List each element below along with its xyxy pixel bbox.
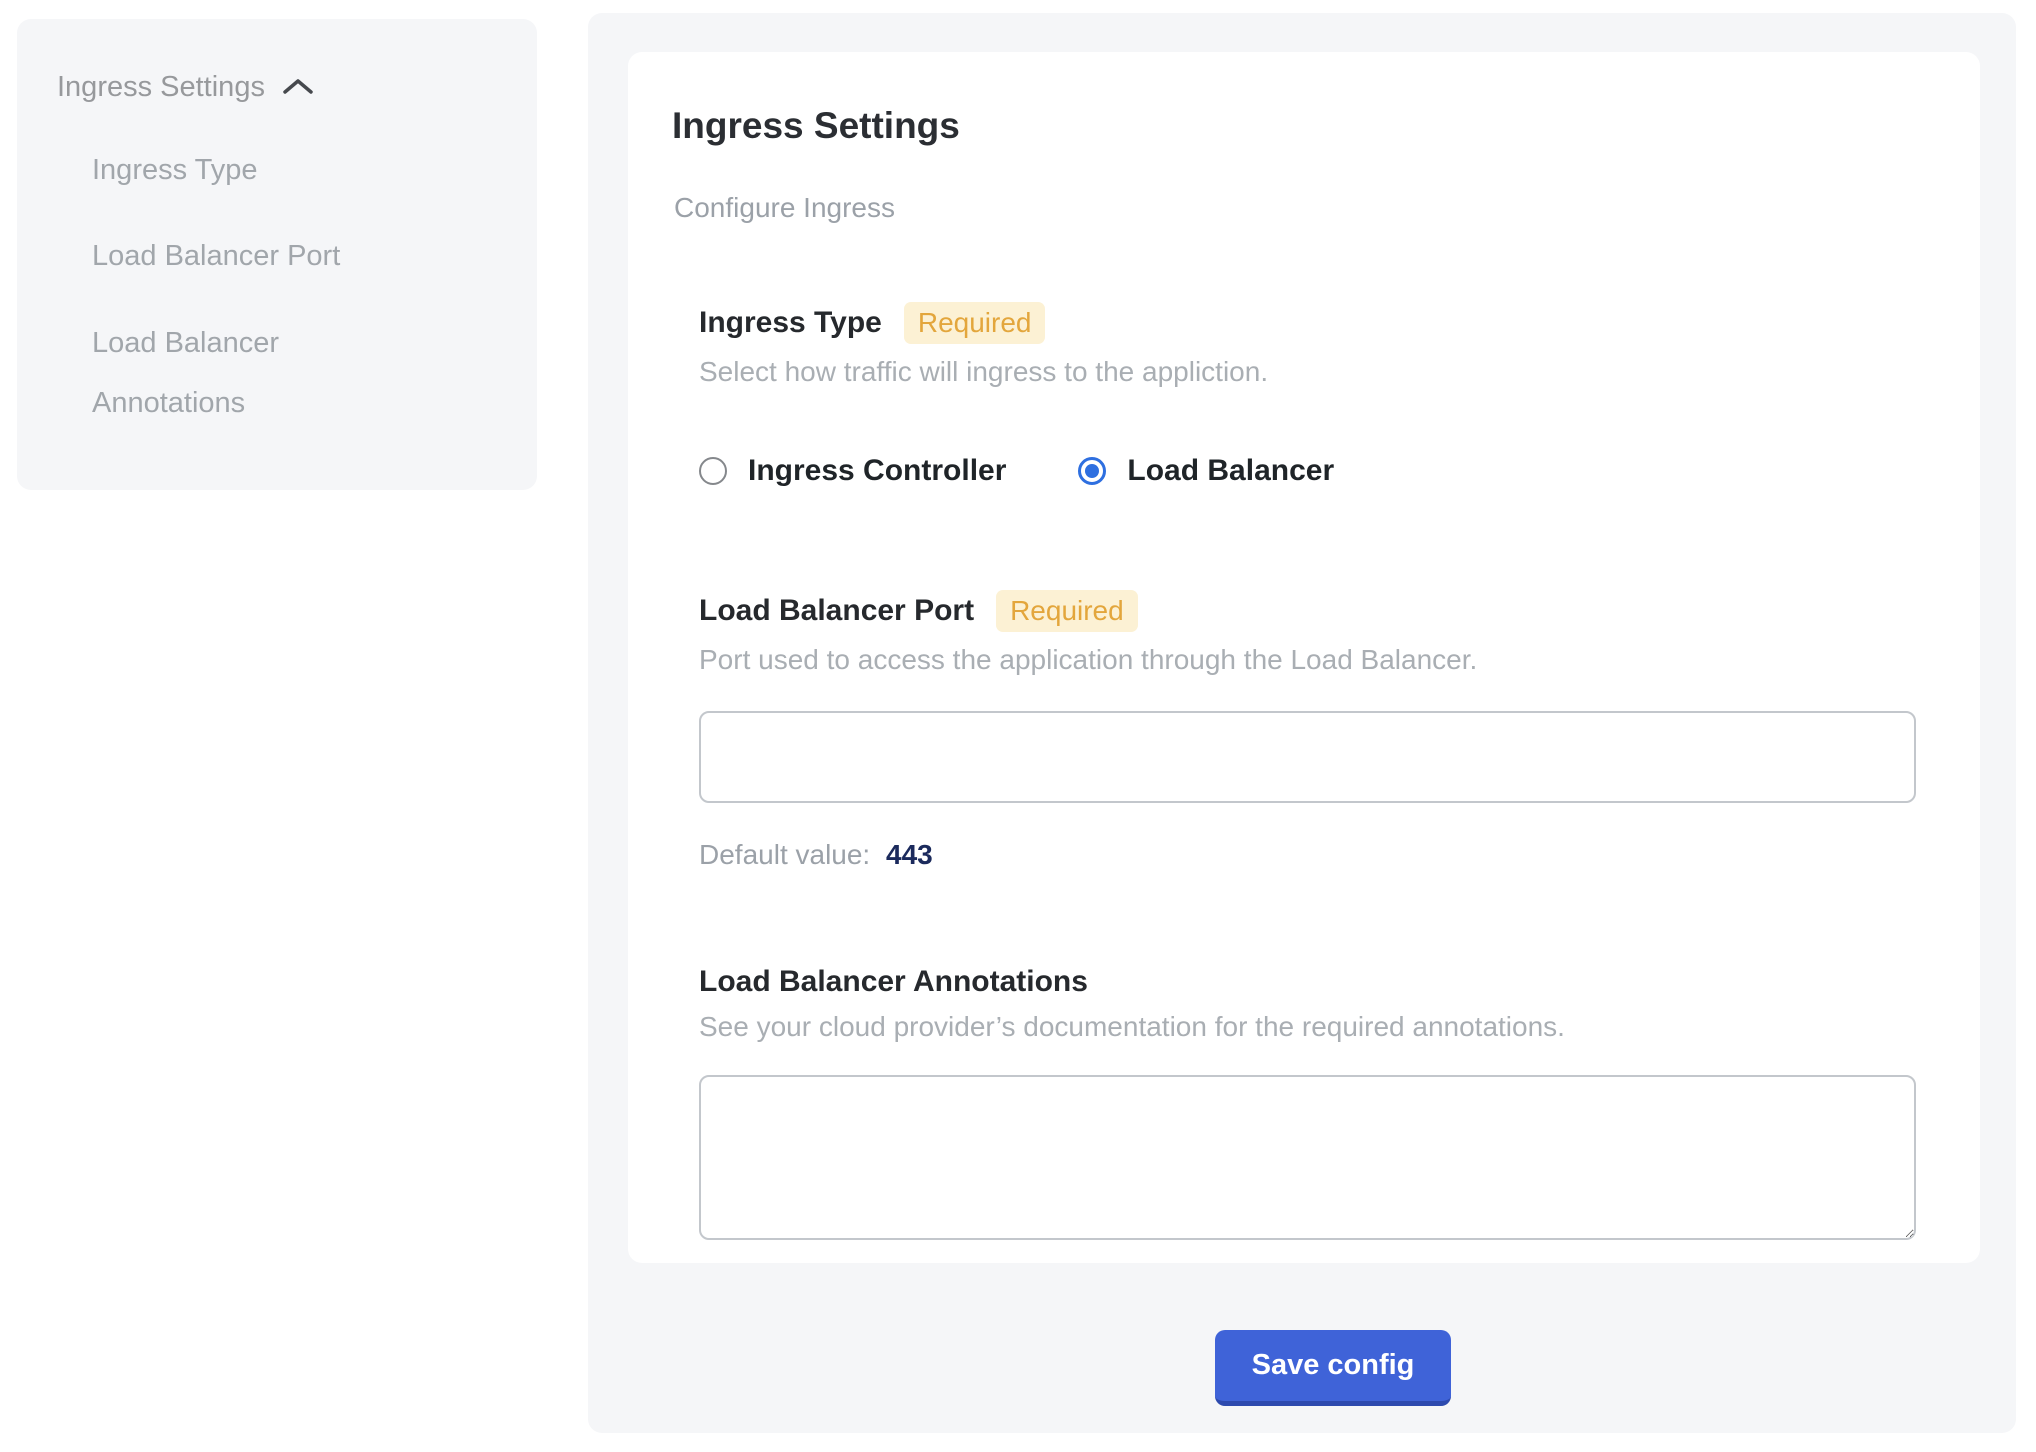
section-ingress-type: Ingress Type Required Select how traffic… (699, 302, 1916, 488)
load-balancer-port-input[interactable] (699, 711, 1916, 803)
load-balancer-port-description: Port used to access the application thro… (699, 644, 1916, 676)
chevron-up-icon[interactable] (281, 76, 315, 98)
load-balancer-annotations-label: Load Balancer Annotations (699, 965, 1088, 999)
page-title: Ingress Settings (672, 105, 1980, 147)
radio-label-ingress-controller[interactable]: Ingress Controller (748, 454, 1006, 488)
page: Ingress Settings Ingress Type Load Balan… (0, 0, 2036, 1452)
sidebar-group-label: Ingress Settings (57, 69, 265, 105)
main-panel: Ingress Settings Configure Ingress Ingre… (588, 13, 2016, 1433)
ingress-settings-card: Ingress Settings Configure Ingress Ingre… (628, 52, 1980, 1263)
ingress-type-label: Ingress Type (699, 306, 882, 340)
sidebar-item-ingress-type[interactable]: Ingress Type (92, 151, 392, 189)
section-load-balancer-annotations: Load Balancer Annotations See your cloud… (699, 965, 1916, 1240)
ingress-type-radio-group: Ingress Controller Load Balancer (699, 454, 1916, 488)
section-load-balancer-port: Load Balancer Port Required Port used to… (699, 590, 1916, 871)
sidebar-group-ingress-settings[interactable]: Ingress Settings (57, 69, 497, 105)
radio-unselected-icon[interactable] (699, 457, 727, 485)
load-balancer-annotations-textarea[interactable] (699, 1075, 1916, 1240)
radio-option-load-balancer[interactable]: Load Balancer (1078, 454, 1334, 488)
load-balancer-annotations-description: See your cloud provider’s documentation … (699, 1011, 1916, 1043)
settings-sidebar: Ingress Settings Ingress Type Load Balan… (17, 19, 537, 490)
sidebar-item-load-balancer-annotations[interactable]: Load Balancer Annotations (92, 313, 392, 433)
default-value: 443 (886, 839, 933, 870)
required-badge: Required (996, 590, 1138, 632)
sidebar-item-load-balancer-port[interactable]: Load Balancer Port (92, 237, 392, 275)
page-subtitle: Configure Ingress (674, 192, 1980, 224)
default-value-label: Default value: (699, 839, 870, 870)
radio-label-load-balancer[interactable]: Load Balancer (1127, 454, 1334, 488)
radio-option-ingress-controller[interactable]: Ingress Controller (699, 454, 1006, 488)
radio-dot (1085, 464, 1099, 478)
required-badge: Required (904, 302, 1046, 344)
ingress-type-description: Select how traffic will ingress to the a… (699, 356, 1916, 388)
radio-selected-icon[interactable] (1078, 457, 1106, 485)
default-value-line: Default value: 443 (699, 839, 1916, 871)
save-config-button[interactable]: Save config (1215, 1330, 1451, 1406)
load-balancer-port-label: Load Balancer Port (699, 594, 974, 628)
